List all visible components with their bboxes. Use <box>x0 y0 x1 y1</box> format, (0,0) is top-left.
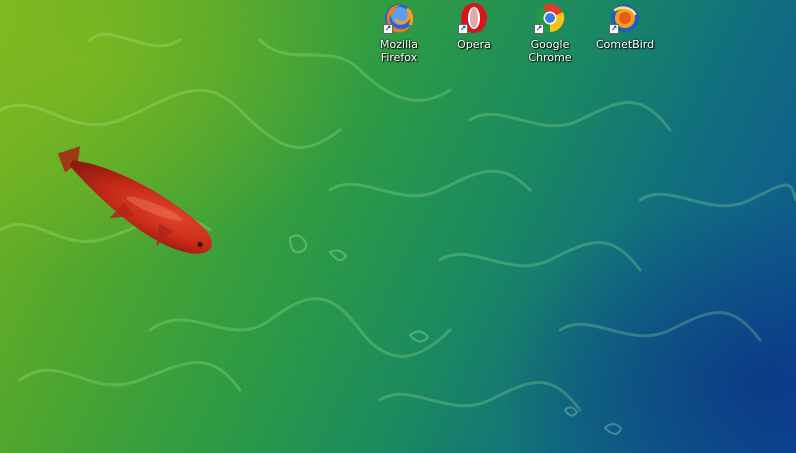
desktop-icon-chrome[interactable]: ↗ Google Chrome <box>512 1 588 67</box>
shortcut-arrow-icon: ↗ <box>534 24 544 34</box>
shortcut-arrow-icon: ↗ <box>383 24 393 34</box>
chrome-icon: ↗ <box>534 2 566 34</box>
desktop-icon-label: CometBird <box>595 38 655 51</box>
desktop-icon-opera[interactable]: ↗ Opera <box>436 1 512 67</box>
desktop-icon-label: Opera <box>457 38 491 51</box>
desktop[interactable]: ↗ Mozilla Firefox ↗ Opera ↗ Google Chrom… <box>0 0 796 453</box>
wallpaper-image <box>0 32 796 435</box>
desktop-icon-firefox[interactable]: ↗ Mozilla Firefox <box>361 1 437 67</box>
shortcut-arrow-icon: ↗ <box>458 24 468 34</box>
shortcut-arrow-icon: ↗ <box>609 24 619 34</box>
desktop-icon-label: Mozilla Firefox <box>380 38 418 64</box>
cometbird-icon: ↗ <box>609 2 641 34</box>
opera-icon: ↗ <box>458 2 490 34</box>
desktop-icon-label: Google Chrome <box>528 38 572 64</box>
firefox-icon: ↗ <box>383 2 415 34</box>
desktop-icon-cometbird[interactable]: ↗ CometBird <box>587 1 663 67</box>
koi-fish <box>57 146 212 254</box>
